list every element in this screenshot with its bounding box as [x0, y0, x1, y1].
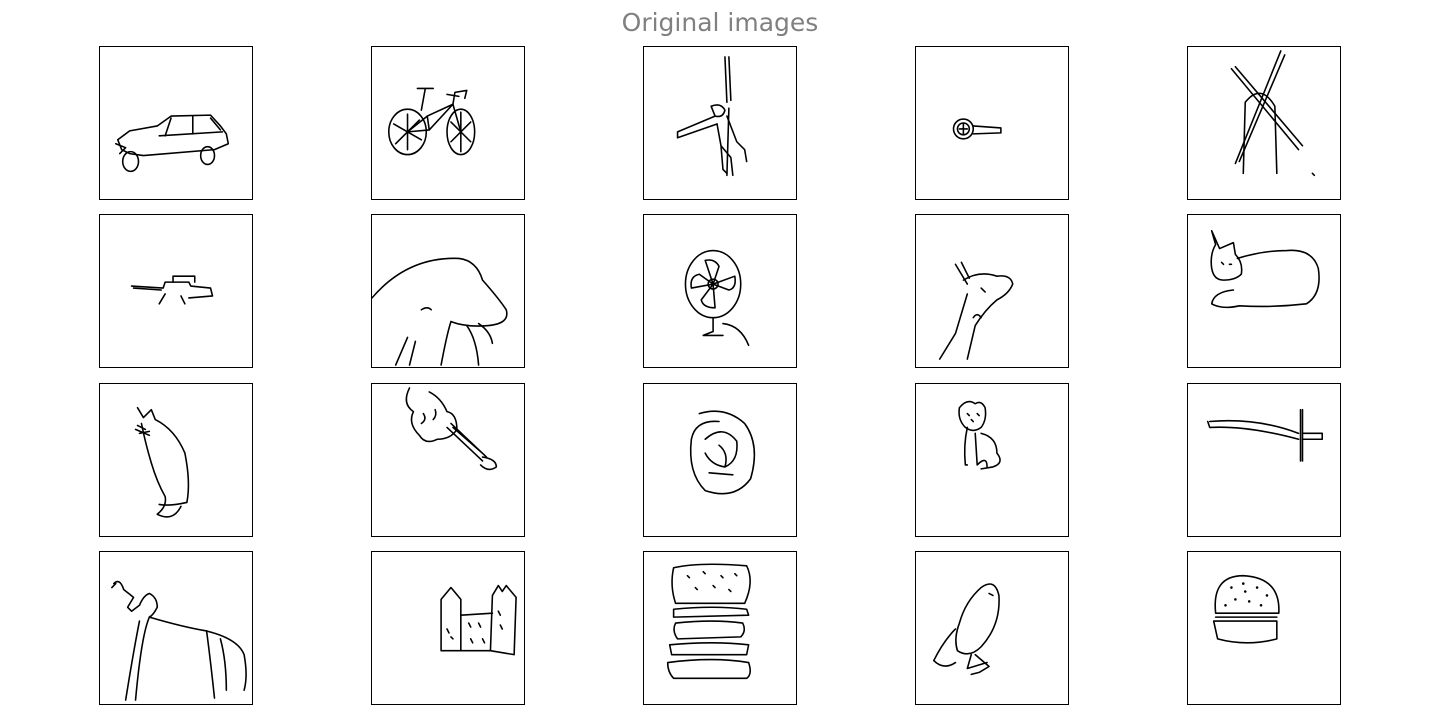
panel-monkey [643, 46, 797, 200]
dolphin-sketch-icon [372, 257, 508, 366]
panel-windmill [1187, 46, 1341, 200]
burger-sketch-icon [1212, 574, 1280, 644]
panel-car [99, 46, 253, 200]
panel-dog [99, 551, 253, 705]
panel-castle [371, 551, 525, 705]
bicycle-sketch-icon [387, 87, 476, 156]
panel-bicycle [371, 46, 525, 200]
sword-sketch-icon [1206, 408, 1324, 462]
panel-hamburger [643, 551, 797, 705]
panel-teddy [915, 383, 1069, 537]
keychain-sketch-icon [952, 118, 1002, 140]
image-grid [0, 0, 1440, 720]
giraffe-sketch-icon [938, 261, 1014, 360]
bird-sketch-icon [932, 583, 1000, 676]
car-sketch-icon [115, 114, 230, 173]
fan-sketch-icon [684, 249, 750, 347]
panel-key [915, 46, 1069, 200]
windmill-sketch-icon [1230, 50, 1316, 177]
monkey-sketch-icon [676, 56, 748, 177]
cat-sketch-icon [1210, 230, 1320, 309]
violin-sketch-icon [405, 387, 498, 471]
panel-cat [1187, 214, 1341, 368]
dog-sketch-icon [111, 580, 247, 701]
castle-sketch-icon [440, 584, 517, 656]
cat-standing-sketch-icon [134, 406, 190, 518]
panel-fan [643, 214, 797, 368]
panel-sword [1187, 383, 1341, 537]
panel-burger [1187, 551, 1341, 705]
panel-standing-cat [99, 383, 253, 537]
hamburger-sketch-icon [666, 563, 751, 680]
panel-violin [371, 383, 525, 537]
panel-giraffe [915, 214, 1069, 368]
rifle-sketch-icon [130, 275, 214, 305]
panel-pretzel [643, 383, 797, 537]
panel-bird [915, 551, 1069, 705]
panel-dolphin [371, 214, 525, 368]
panel-rifle [99, 214, 253, 368]
teddy-bear-sketch-icon [958, 400, 1001, 470]
pretzel-sketch-icon [689, 410, 756, 495]
